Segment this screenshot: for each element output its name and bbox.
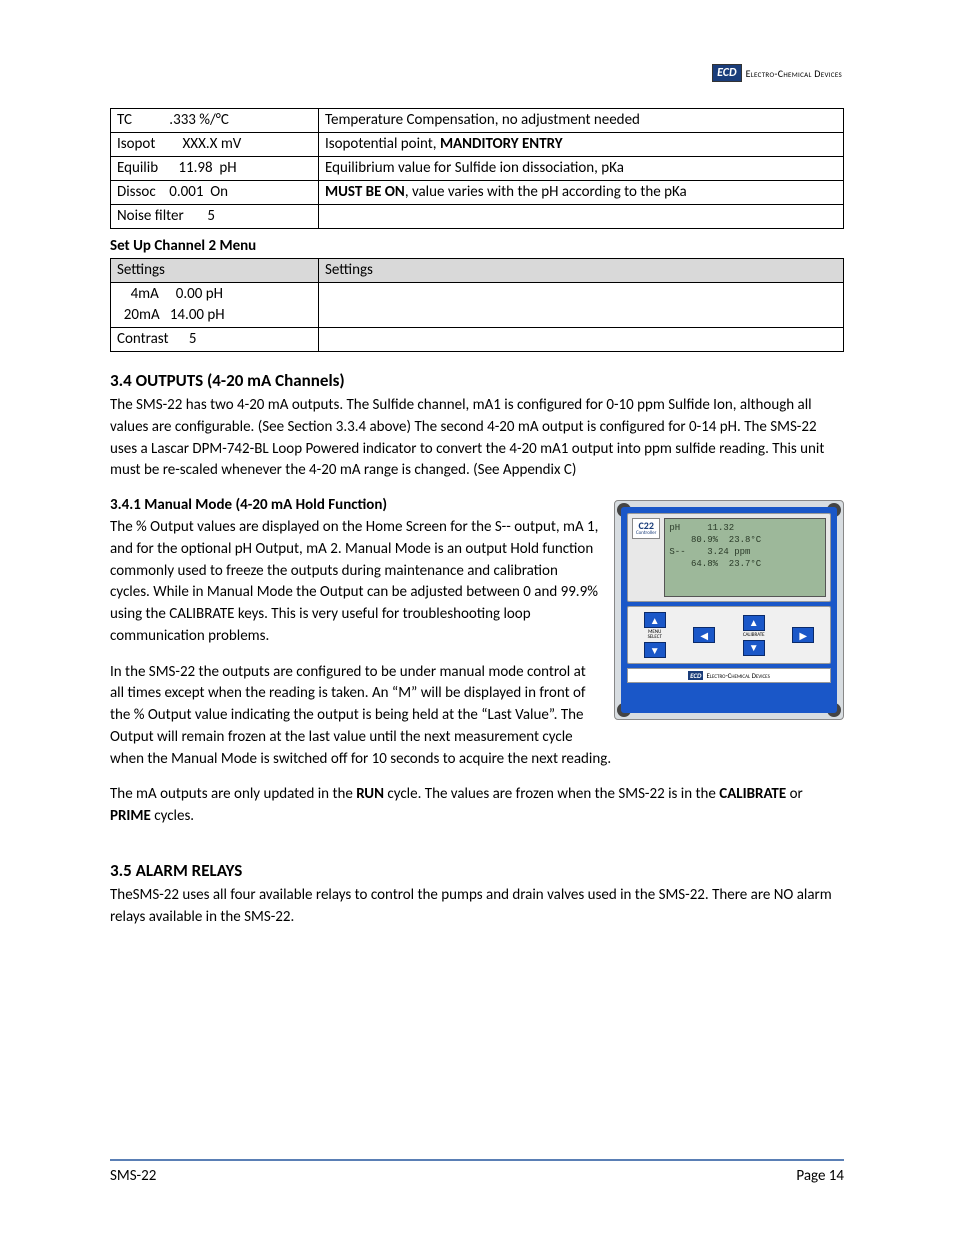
controller-figure: C22 Controller pH 11.32 80.9% 23.8°C S--… (614, 500, 844, 720)
page-footer: SMS-22 Page 14 (110, 1159, 844, 1185)
brand-abbr: ECD (688, 671, 703, 680)
settings-hdr-right: Settings (319, 259, 844, 283)
text-bold: PRIME (110, 807, 151, 825)
table-row: Noise filter 5 (111, 205, 844, 229)
lcd-line: 80.9% 23.8°C (669, 535, 761, 545)
cfg-isopot-right: Isopotential point, MANDITORY ENTRY (319, 133, 844, 157)
heading-3-4: 3.4 OUTPUTS (4-20 mA Channels) (110, 370, 844, 391)
footer-right: Page 14 (796, 1167, 844, 1185)
lcd-line: 64.8% 23.7°C (669, 559, 761, 569)
para-3-4-1-c: The mA outputs are only updated in the R… (110, 784, 844, 828)
arrow-down-icon: ▼ (644, 642, 666, 658)
heading-3-5: 3.5 ALARM RELAYS (110, 860, 844, 881)
para-3-4: The SMS-22 has two 4-20 mA outputs. The … (110, 395, 844, 482)
arrow-up-icon: ▲ (644, 612, 666, 628)
text-bold: MANDITORY ENTRY (440, 135, 563, 153)
lcd-line: pH 11.32 (669, 523, 734, 533)
arrow-right-icon: ▶ (792, 627, 814, 643)
cfg-tc-right: Temperature Compensation, no adjustment … (319, 109, 844, 133)
cfg-equilib-right: Equilibrium value for Sulfide ion dissoc… (319, 157, 844, 181)
controller-buttons: ▲ MENU SELECT ▼ ◀ ▲ CALIBRATE ▼ ▶ (627, 606, 831, 664)
menu-select-group: ▲ MENU SELECT ▼ (644, 612, 666, 658)
arrow-up-icon: ▲ (743, 615, 765, 631)
controller-model-badge: C22 Controller (632, 518, 660, 539)
text: or (786, 785, 803, 803)
cfg-equilib-left: Equilib 11.98 pH (111, 157, 319, 181)
arrow-left-icon: ◀ (693, 627, 715, 643)
controller-display-area: C22 Controller pH 11.32 80.9% 23.8°C S--… (627, 513, 831, 602)
table-row: Dissoc 0.001 On MUST BE ON, value varies… (111, 181, 844, 205)
menu-select-label: MENU SELECT (648, 630, 662, 640)
settings-hdr-left: Settings (111, 259, 319, 283)
cfg-isopot-left: Isopot XXX.X mV (111, 133, 319, 157)
lcd-line: S-- 3.24 ppm (669, 547, 750, 557)
text-bold: MUST BE ON (325, 183, 405, 201)
table-row: 4mA 0.00 pH 20mA 14.00 pH (111, 283, 844, 328)
calibrate-label: CALIBRATE (743, 633, 765, 638)
brand-logo-text: Electro-Chemical Devices (746, 67, 842, 80)
settings-contrast-cell: Contrast 5 (111, 328, 319, 352)
table-row: TC .333 %/°C Temperature Compensation, n… (111, 109, 844, 133)
settings-ma-right (319, 283, 844, 328)
cfg-noise-left: Noise filter 5 (111, 205, 319, 229)
settings-table: Settings Settings 4mA 0.00 pH 20mA 14.00… (110, 258, 844, 352)
brand-header: ECD Electro-Chemical Devices (712, 64, 842, 82)
para-3-5: TheSMS-22 uses all four available relays… (110, 885, 844, 929)
cfg-noise-right (319, 205, 844, 229)
settings-contrast-right (319, 328, 844, 352)
cfg-dissoc-left: Dissoc 0.001 On (111, 181, 319, 205)
table-row: Equilib 11.98 pH Equilibrium value for S… (111, 157, 844, 181)
controller-lcd: pH 11.32 80.9% 23.8°C S-- 3.24 ppm 64.8%… (664, 518, 826, 597)
table-row: Contrast 5 (111, 328, 844, 352)
controller-face: C22 Controller pH 11.32 80.9% 23.8°C S--… (621, 507, 837, 713)
brand-logo-abbr: ECD (712, 64, 741, 82)
text: Controller (636, 531, 656, 536)
text: cycles. (151, 807, 194, 825)
cfg-dissoc-right: MUST BE ON, value varies with the pH acc… (319, 181, 844, 205)
text: The mA outputs are only updated in the (110, 785, 356, 803)
table-row: Settings Settings (111, 259, 844, 283)
text: , value varies with the pH according to … (405, 183, 687, 201)
brand-text: Electro-Chemical Devices (706, 671, 769, 680)
text-bold: RUN (356, 785, 384, 803)
controller-footer: ECD Electro-Chemical Devices (627, 668, 831, 683)
text: cycle. The values are frozen when the SM… (384, 785, 719, 803)
calibrate-group: ▲ CALIBRATE ▼ (743, 615, 765, 656)
cfg-tc-left: TC .333 %/°C (111, 109, 319, 133)
setup-channel-2-label: Set Up Channel 2 Menu (110, 237, 844, 255)
config-table-1: TC .333 %/°C Temperature Compensation, n… (110, 108, 844, 229)
text: Isopotential point, (325, 135, 440, 153)
arrow-down-icon: ▼ (743, 640, 765, 656)
table-row: Isopot XXX.X mV Isopotential point, MAND… (111, 133, 844, 157)
footer-left: SMS-22 (110, 1167, 156, 1185)
text-bold: CALIBRATE (719, 785, 786, 803)
settings-ma-cell: 4mA 0.00 pH 20mA 14.00 pH (111, 283, 319, 328)
